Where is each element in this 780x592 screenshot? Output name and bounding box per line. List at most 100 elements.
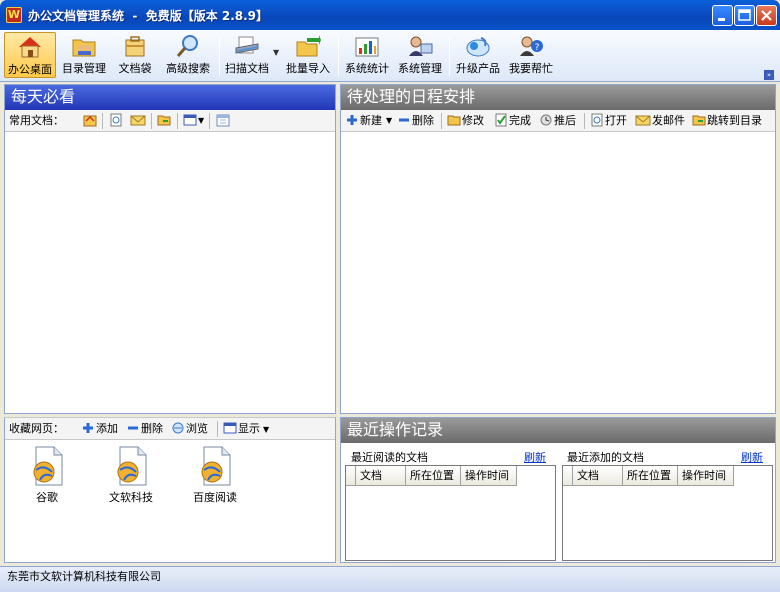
column-header-location[interactable]: 所在位置 <box>623 466 678 486</box>
calendar-icon[interactable] <box>216 113 230 127</box>
main-toolbar: 办公桌面 目录管理 文档袋 高级搜索 扫描文档 ▼ 批量导入 系统统计 系统管理… <box>0 30 780 82</box>
mail-icon <box>635 115 651 126</box>
web-document-icon <box>117 446 147 486</box>
new-label: 新建 <box>360 114 382 127</box>
bookmark-item[interactable]: 文软科技 <box>91 446 171 505</box>
open-document-icon <box>591 113 603 127</box>
toolbar-advanced-search[interactable]: 高级搜索 <box>160 32 216 78</box>
mail-icon[interactable] <box>130 113 146 127</box>
maximize-button[interactable] <box>734 5 755 26</box>
column-header-document[interactable]: 文档 <box>573 466 623 486</box>
minimize-icon <box>718 18 725 21</box>
column-header-location[interactable]: 所在位置 <box>406 466 461 486</box>
column-header-time[interactable]: 操作时间 <box>678 466 734 486</box>
toolbar-separator <box>584 113 585 129</box>
recent-panel-title: 最近操作记录 <box>341 418 775 443</box>
new-dropdown-arrow-icon[interactable]: ▼ <box>386 113 392 129</box>
bookmark-display-button[interactable]: 显示 ▼ <box>223 421 269 437</box>
doc-search-icon[interactable] <box>109 113 123 127</box>
toolbar-document-bag[interactable]: 文档袋 <box>112 32 158 78</box>
postpone-label: 推后 <box>554 114 576 127</box>
toolbar-label: 系统管理 <box>398 62 442 75</box>
column-header-document[interactable]: 文档 <box>356 466 406 486</box>
bookmarks-toolbar: 收藏网页： 添加 删除 浏览 显示 ▼ <box>5 418 335 440</box>
common-docs-bar: 常用文档： ▼ <box>5 110 335 132</box>
recent-added-refresh-link[interactable]: 刷新 <box>741 449 763 465</box>
toolbar-label: 批量导入 <box>286 62 330 75</box>
toolbar-directory-management[interactable]: 目录管理 <box>58 32 110 78</box>
recent-panel: 最近操作记录 最近阅读的文档 刷新 文档 所在位置 操作时间 最近添加的文档 刷… <box>340 417 776 563</box>
toolbar-system-statistics[interactable]: 系统统计 <box>342 32 392 78</box>
schedule-send-mail-button[interactable]: 发邮件 <box>635 113 685 129</box>
toolbar-separator <box>209 113 210 129</box>
view-grid-icon <box>223 422 237 434</box>
schedule-panel-title: 待处理的日程安排 <box>341 85 775 110</box>
recent-added-title: 最近添加的文档 <box>567 451 644 464</box>
recent-added-table: 文档 所在位置 操作时间 <box>562 465 773 561</box>
toolbar-label: 高级搜索 <box>166 62 210 75</box>
toolbar-separator <box>449 36 450 76</box>
schedule-open-button[interactable]: 打开 <box>590 113 627 129</box>
magnifier-icon <box>176 35 198 57</box>
toolbar-label: 系统统计 <box>345 62 389 75</box>
schedule-goto-dir-button[interactable]: 跳转到目录 <box>692 113 762 129</box>
home-icon <box>19 37 41 58</box>
toolbar-upgrade-product[interactable]: 升级产品 <box>452 32 504 78</box>
daily-panel-title: 每天必看 <box>5 85 335 110</box>
toolbar-label: 办公桌面 <box>8 63 52 76</box>
toolbar-system-management[interactable]: 系统管理 <box>394 32 446 78</box>
bookmarks-label: 收藏网页： <box>9 422 64 435</box>
view-dropdown-arrow-icon[interactable]: ▼ <box>198 113 204 129</box>
open-label: 打开 <box>605 114 627 127</box>
company-name: 东莞市文软计算机科技有限公司 <box>7 570 161 583</box>
recent-read-title: 最近阅读的文档 <box>351 451 428 464</box>
toolbar-label: 文档袋 <box>118 62 152 75</box>
bookmark-browse-button[interactable]: 浏览 <box>171 421 208 437</box>
app-logo-icon: W <box>6 7 22 23</box>
toolbar-label: 目录管理 <box>62 62 106 75</box>
schedule-edit-button[interactable]: 修改 <box>447 113 484 129</box>
web-document-icon <box>201 446 231 486</box>
schedule-postpone-button[interactable]: 推后 <box>539 113 576 129</box>
browse-icon <box>172 422 184 434</box>
minimize-button[interactable] <box>712 5 733 26</box>
display-label: 显示 <box>238 422 260 435</box>
toolbar-batch-import[interactable]: 批量导入 <box>282 32 334 78</box>
toolbar-scan-document[interactable]: 扫描文档 <box>222 32 272 78</box>
web-document-icon <box>33 446 63 486</box>
done-label: 完成 <box>509 114 531 127</box>
schedule-panel: 待处理的日程安排 新建 ▼ 删除 修改 完成 推后 打开 发邮件 跳转到目录 <box>340 84 776 414</box>
bookmark-label: 文软科技 <box>109 491 153 504</box>
bookmark-item[interactable]: 谷歌 <box>7 446 87 505</box>
toolbar-help[interactable]: ? 我要帮忙 <box>506 32 556 78</box>
bookmark-delete-button[interactable]: 删除 <box>126 421 163 437</box>
send-mail-label: 发邮件 <box>652 114 685 127</box>
toolbar-separator <box>151 113 152 129</box>
close-button[interactable] <box>756 5 777 26</box>
delete-label: 删除 <box>141 422 163 435</box>
toolbar-office-desktop[interactable]: 办公桌面 <box>4 32 56 78</box>
minus-icon <box>399 118 409 122</box>
bookmark-item[interactable]: 百度阅读 <box>175 446 255 505</box>
bookmark-label: 谷歌 <box>36 491 58 504</box>
common-docs-label: 常用文档： <box>9 114 64 127</box>
toolbar-label: 扫描文档 <box>225 62 269 75</box>
toolbar-overflow-icon[interactable]: » <box>764 70 774 80</box>
bar-chart-icon <box>355 37 379 57</box>
bookmark-add-button[interactable]: 添加 <box>81 421 118 437</box>
recent-read-refresh-link[interactable]: 刷新 <box>524 449 546 465</box>
doc-home-icon[interactable] <box>83 113 97 127</box>
toolbar-separator <box>219 36 220 76</box>
recent-read-table: 文档 所在位置 操作时间 <box>345 465 556 561</box>
schedule-delete-button[interactable]: 删除 <box>397 113 434 129</box>
view-grid-icon[interactable] <box>183 113 197 127</box>
folder-jump-icon[interactable] <box>157 113 171 127</box>
table-row-header <box>346 466 356 486</box>
column-header-time[interactable]: 操作时间 <box>461 466 517 486</box>
schedule-done-button[interactable]: 完成 <box>494 113 531 129</box>
scan-dropdown-arrow-icon[interactable]: ▼ <box>273 48 279 57</box>
folder-edit-icon <box>447 115 461 126</box>
schedule-new-button[interactable]: 新建 <box>345 113 382 129</box>
scanner-icon <box>235 36 259 54</box>
display-dropdown-arrow-icon: ▼ <box>263 425 270 434</box>
